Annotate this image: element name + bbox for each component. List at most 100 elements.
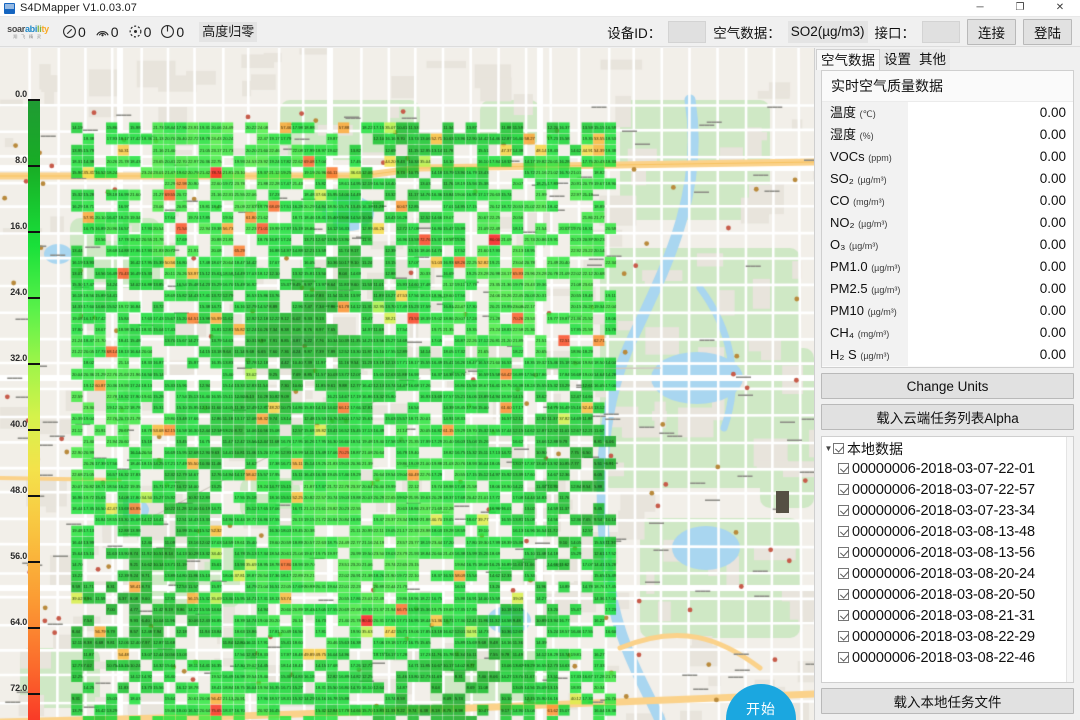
close-icon[interactable]: ✕ xyxy=(1040,0,1080,17)
status-altitude: 0 xyxy=(160,24,184,39)
map-marker[interactable] xyxy=(776,491,789,513)
measurement-row: SO₂ (µg/m³) 0.00 xyxy=(822,167,1073,190)
local-data-tree[interactable]: ▼ 本地数据 00000006-2018-03-07-22-01 00000006… xyxy=(821,436,1074,683)
tab-other[interactable]: 其他 xyxy=(915,49,950,70)
tree-item-checkbox[interactable] xyxy=(838,526,849,537)
tree-item[interactable]: 00000006-2018-03-08-13-56 xyxy=(822,542,1073,563)
tree-item-checkbox[interactable] xyxy=(838,547,849,558)
device-id-label: 设备ID： xyxy=(607,25,662,41)
tree-scrollbar[interactable] xyxy=(1066,437,1073,682)
maximize-icon[interactable]: ❐ xyxy=(1000,0,1040,17)
measurement-label: CO (mg/m³) xyxy=(822,189,908,212)
colorbar-tick xyxy=(28,561,40,563)
measurement-label: PM2.5 (µg/m³) xyxy=(822,277,908,300)
colorbar-tick xyxy=(28,363,40,365)
status-altitude-value: 0 xyxy=(176,23,185,40)
tree-item-label: 00000006-2018-03-08-21-31 xyxy=(852,607,1035,624)
status-speed-value: 0 xyxy=(78,23,86,40)
tree-item[interactable]: 00000006-2018-03-08-20-24 xyxy=(822,563,1073,584)
tree-item[interactable]: 00000006-2018-03-07-23-34 xyxy=(822,500,1073,521)
window-title: S4DMapper V1.0.03.07 xyxy=(20,2,137,14)
measurement-label: CH₄ (mg/m³) xyxy=(822,321,908,344)
tree-item[interactable]: 00000006-2018-03-08-22-29 xyxy=(822,626,1073,647)
colorbar-tick xyxy=(28,429,40,431)
measurement-label: NO₂ (µg/m³) xyxy=(822,211,908,234)
measurement-row: 湿度 (%) 0.00 xyxy=(822,123,1073,146)
measurement-value: 0.00 xyxy=(908,343,1073,366)
load-cloud-tasks-button[interactable]: 载入云端任务列表Alpha xyxy=(821,404,1074,430)
tree-item-checkbox[interactable] xyxy=(838,610,849,621)
tree-item-checkbox[interactable] xyxy=(838,631,849,642)
brand-part-4: ty xyxy=(41,23,49,34)
toolbar: soarability 翔 飞 精 灵 0 0 0 0 高度归零 设备ID： 空… xyxy=(0,17,1080,47)
tree-root-local-data[interactable]: ▼ 本地数据 xyxy=(822,439,1073,458)
colorbar-tick xyxy=(28,165,40,167)
start-task-line1: 开始 xyxy=(746,701,776,717)
connect-button[interactable]: 连接 xyxy=(967,18,1016,45)
port-label: 接口： xyxy=(874,25,916,41)
measurement-label: 湿度 (%) xyxy=(822,123,908,146)
satellite-icon xyxy=(128,24,143,39)
device-id-input[interactable] xyxy=(668,20,707,43)
measurement-row: VOCs (ppm) 0.00 xyxy=(822,145,1073,168)
tree-item-checkbox[interactable] xyxy=(838,589,849,600)
measurement-value: 0.00 xyxy=(908,255,1073,278)
tree-item-label: 00000006-2018-03-08-22-46 xyxy=(852,649,1035,666)
tree-item-label: 00000006-2018-03-08-13-48 xyxy=(852,523,1035,540)
measurement-value: 0.00 xyxy=(908,299,1073,322)
altitude-meter-icon xyxy=(160,24,175,39)
brand-wordmark: soarability xyxy=(7,24,49,34)
measurement-label: O₃ (µg/m³) xyxy=(822,233,908,256)
tree-item[interactable]: 00000006-2018-03-08-22-46 xyxy=(822,647,1073,668)
colorbar-tick xyxy=(28,693,40,695)
colorbar-tick-label: 72.0 xyxy=(10,683,27,693)
tree-item-label: 00000006-2018-03-08-22-29 xyxy=(852,628,1035,645)
measurement-row: PM1.0 (µg/m³) 0.00 xyxy=(822,255,1073,278)
colorbar-tick-label: 40.0 xyxy=(10,419,27,429)
status-signal: 0 xyxy=(95,24,119,39)
tree-item[interactable]: 00000006-2018-03-07-22-01 xyxy=(822,458,1073,479)
tree-item-checkbox[interactable] xyxy=(838,484,849,495)
measurement-row: NO₂ (µg/m³) 0.00 xyxy=(822,211,1073,234)
status-satellite-value: 0 xyxy=(143,23,152,40)
chevron-down-icon[interactable]: ▼ xyxy=(824,444,833,453)
colorbar-tick-label: 8.0 xyxy=(15,155,27,165)
window-controls: ─ ❐ ✕ xyxy=(960,0,1080,17)
tree-item-checkbox[interactable] xyxy=(838,568,849,579)
port-input[interactable] xyxy=(922,20,960,43)
measurement-value: 0.00 xyxy=(908,123,1073,146)
air-data-select[interactable]: SO2(µg/m3) xyxy=(787,20,868,43)
change-units-button[interactable]: Change Units xyxy=(821,373,1074,399)
measurement-value: 0.00 xyxy=(908,101,1073,124)
tree-item-checkbox[interactable] xyxy=(838,652,849,663)
measurement-value: 0.00 xyxy=(908,167,1073,190)
measurement-row: CH₄ (mg/m³) 0.00 xyxy=(822,321,1073,344)
connection-controls: 设备ID： 空气数据： SO2(µg/m3) 接口： 连接 登陆 xyxy=(607,18,1072,45)
tree-item[interactable]: 00000006-2018-03-08-20-50 xyxy=(822,584,1073,605)
side-panel: 空气数据 设置 其他 实时空气质量数据 温度 (℃) 0.00 湿度 (%) 0.00… xyxy=(814,48,1080,720)
status-signal-value: 0 xyxy=(110,23,119,40)
tree-item-label: 00000006-2018-03-08-20-24 xyxy=(852,565,1035,582)
measurement-row: 温度 (℃) 0.00 xyxy=(822,101,1073,124)
measurement-row: CO (mg/m³) 0.00 xyxy=(822,189,1073,212)
signal-radar-icon xyxy=(95,24,110,39)
tree-item[interactable]: 00000006-2018-03-08-21-31 xyxy=(822,605,1073,626)
colorbar-tick-label: 56.0 xyxy=(10,551,27,561)
tree-item-checkbox[interactable] xyxy=(838,505,849,516)
status-speed: 0 xyxy=(62,24,86,39)
minimize-icon[interactable]: ─ xyxy=(960,0,1000,17)
tree-item-checkbox[interactable] xyxy=(838,463,849,474)
tree-root-checkbox[interactable] xyxy=(833,443,844,454)
tab-settings[interactable]: 设置 xyxy=(880,49,915,70)
map-data-overlay xyxy=(0,48,814,720)
tree-item[interactable]: 00000006-2018-03-08-13-48 xyxy=(822,521,1073,542)
tree-item[interactable]: 00000006-2018-03-07-22-57 xyxy=(822,479,1073,500)
login-button[interactable]: 登陆 xyxy=(1023,18,1072,45)
map-view[interactable]: 0.08.016.024.032.040.048.056.064.072.080… xyxy=(0,48,814,720)
measurement-list: 温度 (℃) 0.00 湿度 (%) 0.00 VOCs (ppm) 0.00 SO₂ (µ… xyxy=(822,101,1073,366)
measurement-value: 0.00 xyxy=(908,211,1073,234)
zero-altitude-button[interactable]: 高度归零 xyxy=(199,21,258,42)
measurement-value: 0.00 xyxy=(908,321,1073,344)
tab-air-data[interactable]: 空气数据 xyxy=(816,49,880,70)
load-local-task-file-button[interactable]: 载入本地任务文件 xyxy=(821,688,1074,714)
